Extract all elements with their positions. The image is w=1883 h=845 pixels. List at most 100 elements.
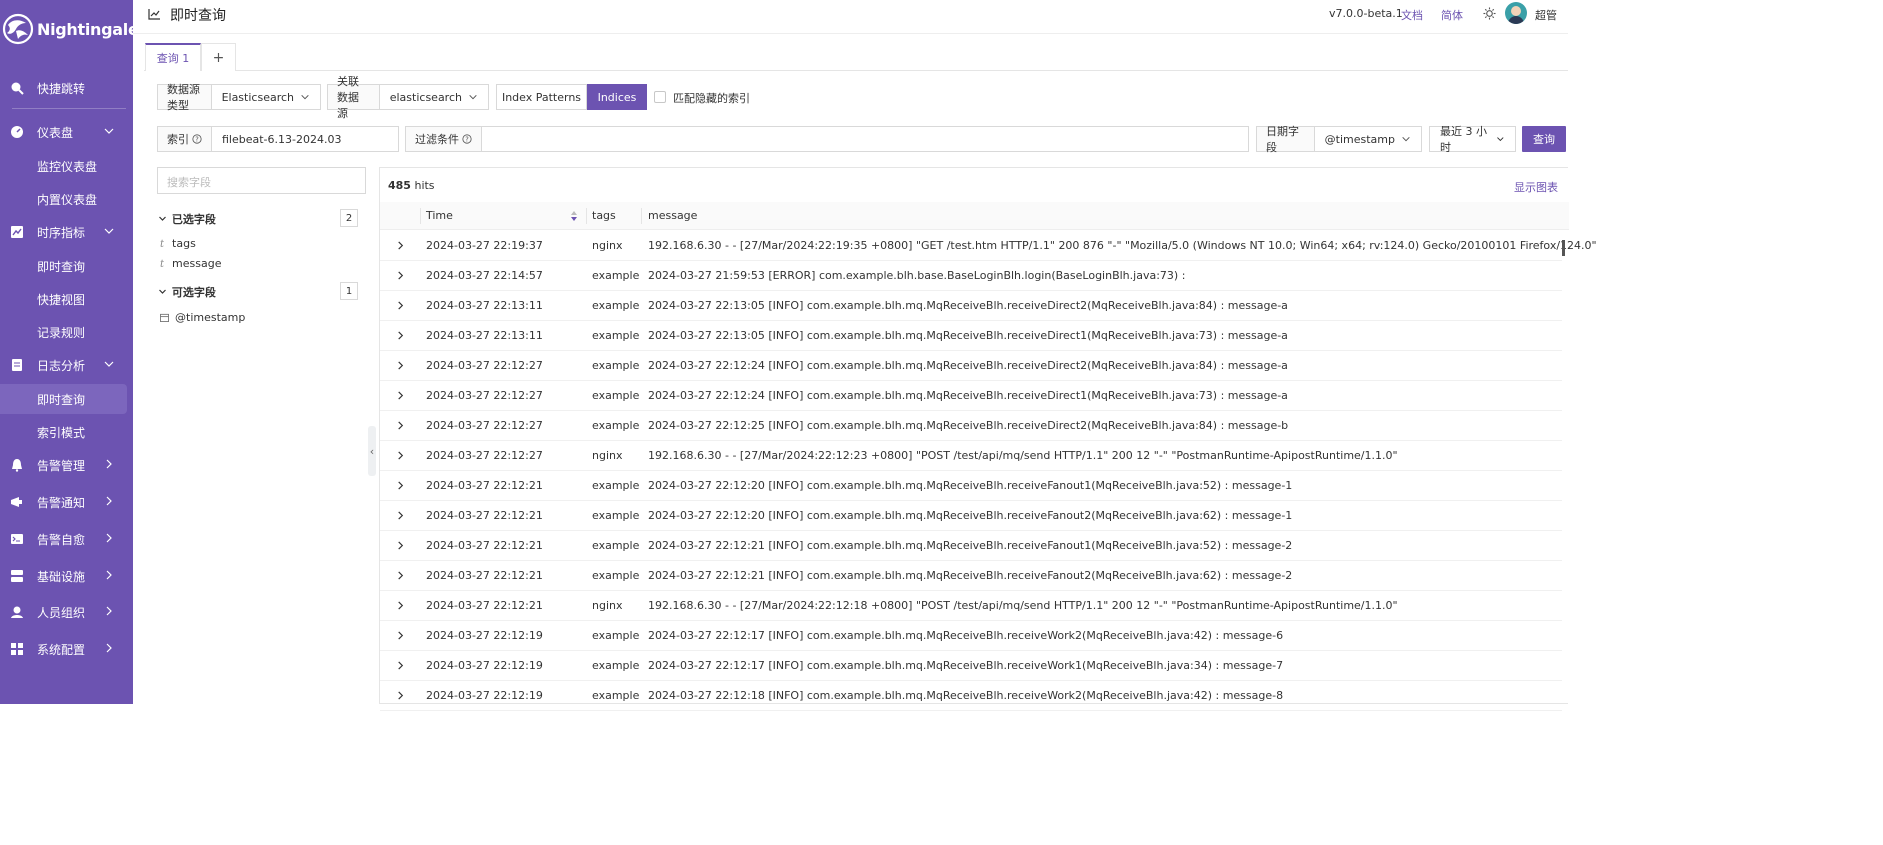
cell-message: 192.168.6.30 - - [27/Mar/2024:22:12:18 +… [648,599,1398,612]
nav-record-rules[interactable]: 记录规则 [0,317,133,347]
nav-log-analysis[interactable]: 日志分析 [0,350,133,380]
indices-toggle[interactable]: Indices [587,84,647,110]
column-time[interactable]: Time [426,209,453,222]
nav-alert-management[interactable]: 告警管理 [0,450,133,480]
table-row[interactable]: 2024-03-27 22:12:19 example 2024-03-27 22:… [380,681,1562,711]
filter-label: 过滤条件 ? [406,127,482,151]
table-row[interactable]: 2024-03-27 22:14:57 example 2024-03-27 21:… [380,261,1562,291]
show-chart-link[interactable]: 显示图表 [1514,179,1558,195]
nav-metrics-explorer[interactable]: 即时查询 [0,251,133,281]
expand-row-icon[interactable] [396,271,405,280]
table-row[interactable]: 2024-03-27 22:13:11 example 2024-03-27 22:… [380,321,1562,351]
associated-datasource-select[interactable]: 关联数据源 elasticsearch [327,75,489,120]
sort-icon[interactable] [570,210,578,222]
expand-row-icon[interactable] [396,361,405,370]
table-row[interactable]: 2024-03-27 22:12:19 example 2024-03-27 22:… [380,621,1562,651]
match-hidden-checkbox[interactable] [654,91,666,103]
table-row[interactable]: 2024-03-27 22:12:27 example 2024-03-27 22:… [380,381,1562,411]
expand-row-icon[interactable] [396,571,405,580]
expand-row-icon[interactable] [396,241,405,250]
table-row[interactable]: 2024-03-27 22:12:27 example 2024-03-27 22:… [380,351,1562,381]
add-tab-button[interactable]: + [201,43,236,71]
field-item[interactable]: @timestamp [160,311,245,324]
expand-row-icon[interactable] [396,391,405,400]
nav-alert-notify[interactable]: 告警通知 [0,487,133,517]
nav-self-heal[interactable]: 告警自愈 [0,524,133,554]
collapse-panel-handle[interactable]: ‹ [368,426,376,476]
column-separator [586,208,587,224]
user-name[interactable]: 超管 [1535,7,1557,23]
nav-label: 告警管理 [37,459,86,473]
cell-message: 2024-03-27 22:12:21 [INFO] com.example.b… [648,569,1293,582]
avatar[interactable] [1505,2,1527,24]
selected-fields-header[interactable]: 已选字段 [158,211,216,227]
expand-row-icon[interactable] [396,631,405,640]
divider [12,108,126,109]
expand-row-icon[interactable] [396,451,405,460]
nav-metrics[interactable]: 时序指标 [0,217,133,247]
table-row[interactable]: 2024-03-27 22:12:19 example 2024-03-27 22:… [380,651,1562,681]
expand-row-icon[interactable] [396,421,405,430]
docs-link[interactable]: 文档 [1401,7,1423,23]
table-row[interactable]: 2024-03-27 22:12:21 nginx 192.168.6.30 - -… [380,591,1562,621]
chart-icon [148,9,160,20]
scrollbar-thumb[interactable] [1562,240,1565,256]
nav-people[interactable]: 人员组织 [0,597,133,627]
table-row[interactable]: 2024-03-27 22:12:27 nginx 192.168.6.30 - -… [380,441,1562,471]
column-message[interactable]: message [648,209,697,222]
available-fields-header[interactable]: 可选字段 [158,284,216,300]
sun-icon[interactable] [1483,7,1496,20]
cell-time: 2024-03-27 22:12:21 [426,539,543,552]
time-range-picker[interactable]: 最近 3 小时 [1429,125,1516,154]
nav-system-config[interactable]: 系统配置 [0,634,133,664]
table-row[interactable]: 2024-03-27 22:12:21 example 2024-03-27 22:… [380,501,1562,531]
help-icon[interactable]: ? [462,134,472,144]
cell-tags: example [592,509,640,522]
expand-row-icon[interactable] [396,331,405,340]
expand-row-icon[interactable] [396,661,405,670]
table-row[interactable]: 2024-03-27 22:13:11 example 2024-03-27 22:… [380,291,1562,321]
table-row[interactable]: 2024-03-27 22:12:21 example 2024-03-27 22:… [380,471,1562,501]
tab-query-1[interactable]: 查询 1 [145,43,201,71]
nav-builtin-dashboard[interactable]: 内置仪表盘 [0,184,133,214]
expand-row-icon[interactable] [396,691,405,700]
cell-message: 2024-03-27 21:59:53 [ERROR] com.example.… [648,269,1186,282]
field-item[interactable]: t message [160,257,221,270]
cell-tags: example [592,479,640,492]
expand-row-icon[interactable] [396,541,405,550]
hits-count: 485 [388,179,411,192]
index-patterns-toggle[interactable]: Index Patterns [496,84,587,110]
nav-monitor-dashboard[interactable]: 监控仪表盘 [0,151,133,181]
nav-dashboard[interactable]: 仪表盘 [0,117,133,147]
chevron-down-icon [1497,137,1504,142]
field-item[interactable]: t tags [160,237,196,250]
cell-time: 2024-03-27 22:13:11 [426,329,543,342]
table-row[interactable]: 2024-03-27 22:19:37 nginx 192.168.6.30 - -… [380,231,1597,261]
expand-row-icon[interactable] [396,301,405,310]
table-row[interactable]: 2024-03-27 22:12:21 example 2024-03-27 22:… [380,531,1562,561]
field-search-input[interactable]: 搜索字段 [157,167,366,194]
nav-label: 即时查询 [37,393,86,407]
index-input[interactable]: filebeat-6.13-2024.03 [212,133,351,146]
nav-index-patterns[interactable]: 索引模式 [0,417,133,447]
nav-quick-jump[interactable]: 快捷跳转 [0,73,133,103]
expand-row-icon[interactable] [396,511,405,520]
cell-tags: example [592,389,640,402]
nav-infrastructure[interactable]: 基础设施 [0,561,133,591]
help-icon[interactable]: ? [192,134,202,144]
expand-row-icon[interactable] [396,601,405,610]
column-tags[interactable]: tags [592,209,616,222]
language-switch[interactable]: 简体 [1441,7,1463,23]
date-field-select[interactable]: 日期字段 @timestamp [1256,125,1422,154]
expand-row-icon[interactable] [396,481,405,490]
logo[interactable]: Nightingale [2,12,139,46]
table-row[interactable]: 2024-03-27 22:12:27 example 2024-03-27 22:… [380,411,1562,441]
nav-log-explorer[interactable]: 即时查询 [0,384,127,414]
nav-quick-view[interactable]: 快捷视图 [0,284,133,314]
hits-summary: 485 hits [388,179,435,192]
table-row[interactable]: 2024-03-27 22:12:21 example 2024-03-27 22:… [380,561,1562,591]
query-button[interactable]: 查询 [1522,126,1566,152]
datasource-type-select[interactable]: 数据源类型 Elasticsearch [157,83,321,112]
chevron-right-icon [106,459,112,469]
filter-input[interactable] [482,127,1248,151]
